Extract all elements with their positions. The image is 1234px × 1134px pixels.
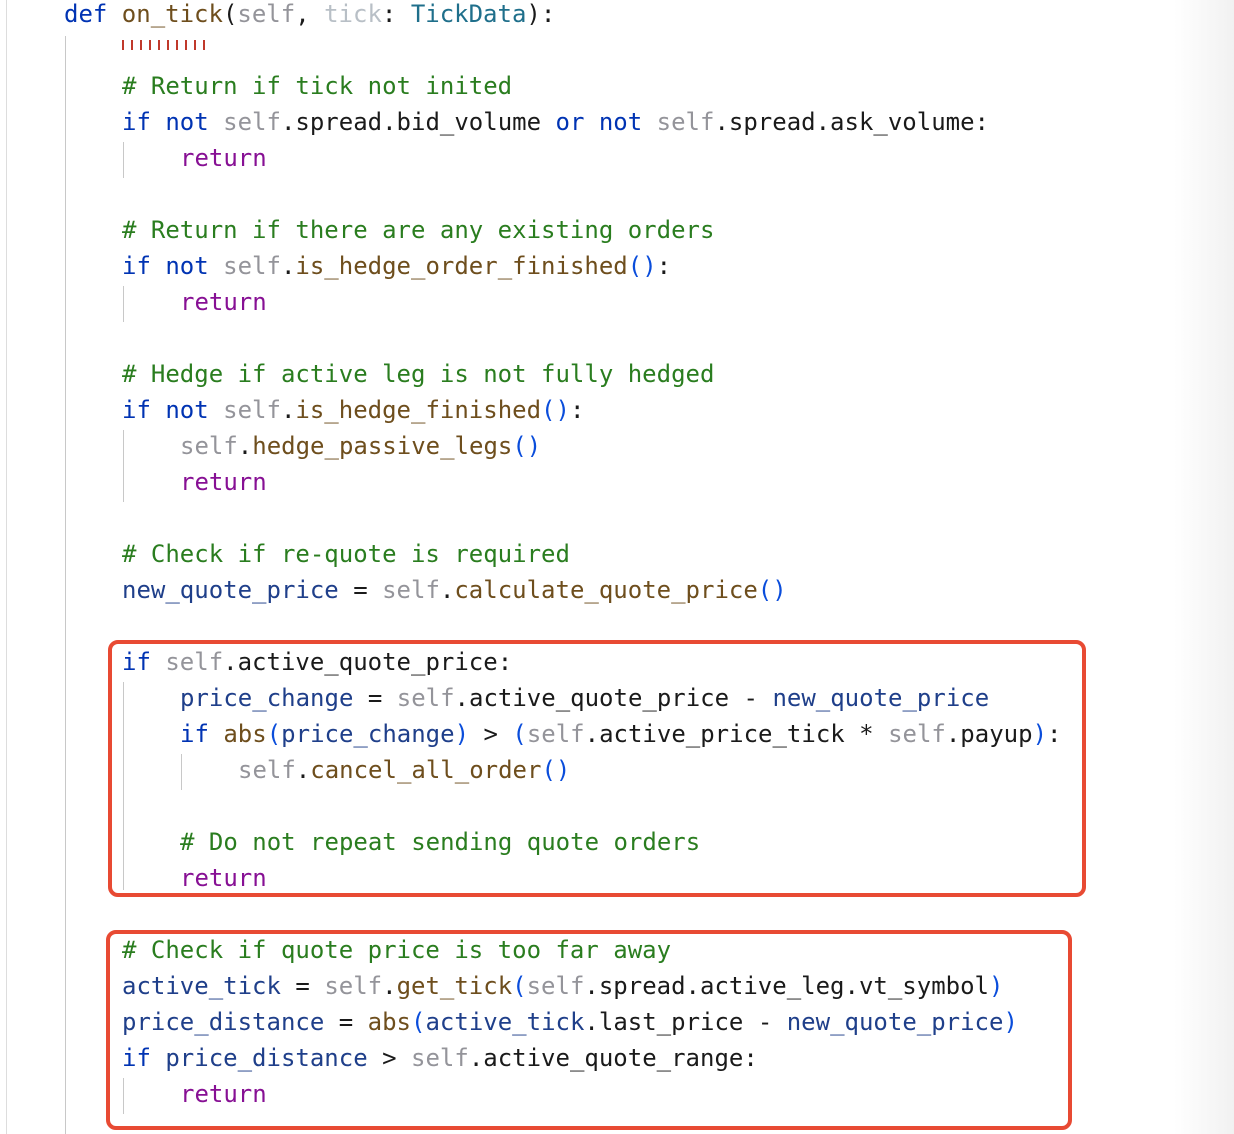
- code-token: new_quote_price: [122, 576, 339, 604]
- code-line: return: [180, 286, 267, 322]
- code-token: on_tick: [121, 0, 223, 28]
- code-token: # Return if tick not inited: [122, 72, 513, 100]
- code-token: self: [180, 432, 238, 460]
- indent-guide: [123, 286, 124, 322]
- code-token: self: [223, 396, 281, 424]
- code-token: :: [656, 252, 672, 280]
- code-token: or not: [555, 108, 657, 136]
- indent-guide: [123, 142, 124, 178]
- code-token: is_hedge_finished: [295, 396, 542, 424]
- code-token: is_hedge_order_finished: [295, 252, 628, 280]
- code-token: # Hedge if active leg is not fully hedge…: [122, 360, 715, 388]
- editor-gutter-line: [6, 0, 7, 1134]
- code-token: if not: [122, 252, 224, 280]
- code-token: :: [569, 396, 585, 424]
- code-token: if not: [122, 396, 224, 424]
- code-token: return: [180, 468, 267, 496]
- code-token: if not: [122, 108, 224, 136]
- docstring-warning-squiggle: [122, 40, 208, 50]
- code-token: self: [223, 252, 281, 280]
- code-token: ):: [526, 0, 556, 28]
- code-token: return: [180, 288, 267, 316]
- code-token: (): [541, 396, 570, 424]
- code-token: .: [280, 396, 296, 424]
- code-line: # Check if re-quote is required: [122, 538, 570, 574]
- code-token: (): [757, 576, 787, 604]
- code-token: .spread.bid_volume: [280, 108, 556, 136]
- code-token: # Return if there are any existing order…: [122, 216, 715, 244]
- indent-guide: [65, 36, 66, 1134]
- code-token: ,: [295, 0, 325, 28]
- code-token: self: [223, 108, 281, 136]
- code-line: if not self.is_hedge_finished():: [122, 394, 584, 430]
- code-line: if not self.spread.bid_volume or not sel…: [122, 106, 989, 142]
- code-line: def on_tick(self, tick: TickData):: [64, 0, 555, 34]
- code-token: self: [656, 108, 715, 136]
- code-token: :: [381, 0, 411, 28]
- code-token: # Check if re-quote is required: [122, 540, 570, 568]
- code-line: # Return if tick not inited: [122, 70, 512, 106]
- highlight-box-requote: [108, 640, 1086, 897]
- code-token: return: [180, 144, 267, 172]
- code-line: if not self.is_hedge_order_finished():: [122, 250, 671, 286]
- code-token: self: [382, 576, 440, 604]
- code-token: (): [627, 252, 657, 280]
- code-line: # Return if there are any existing order…: [122, 214, 714, 250]
- code-token: self: [237, 0, 296, 28]
- indent-guide: [123, 430, 124, 502]
- code-token: tick: [324, 0, 382, 28]
- highlight-box-quote-range: [106, 930, 1072, 1130]
- code-token: .: [237, 432, 253, 460]
- window-edge-shadow: [1174, 0, 1234, 1134]
- code-line: return: [180, 466, 267, 502]
- code-token: .spread.ask_volume:: [714, 108, 989, 136]
- code-line: self.hedge_passive_legs(): [180, 430, 541, 466]
- code-token: (: [222, 0, 238, 28]
- code-token: def: [64, 0, 122, 28]
- code-token: TickData: [410, 0, 527, 28]
- code-token: =: [338, 576, 383, 604]
- code-token: (): [512, 432, 542, 460]
- code-token: .: [280, 252, 296, 280]
- code-token: calculate_quote_price: [454, 576, 758, 604]
- code-line: return: [180, 142, 267, 178]
- code-token: .: [439, 576, 455, 604]
- code-line: # Hedge if active leg is not fully hedge…: [122, 358, 714, 394]
- code-token: hedge_passive_legs: [252, 432, 513, 460]
- code-line: new_quote_price = self.calculate_quote_p…: [122, 574, 787, 610]
